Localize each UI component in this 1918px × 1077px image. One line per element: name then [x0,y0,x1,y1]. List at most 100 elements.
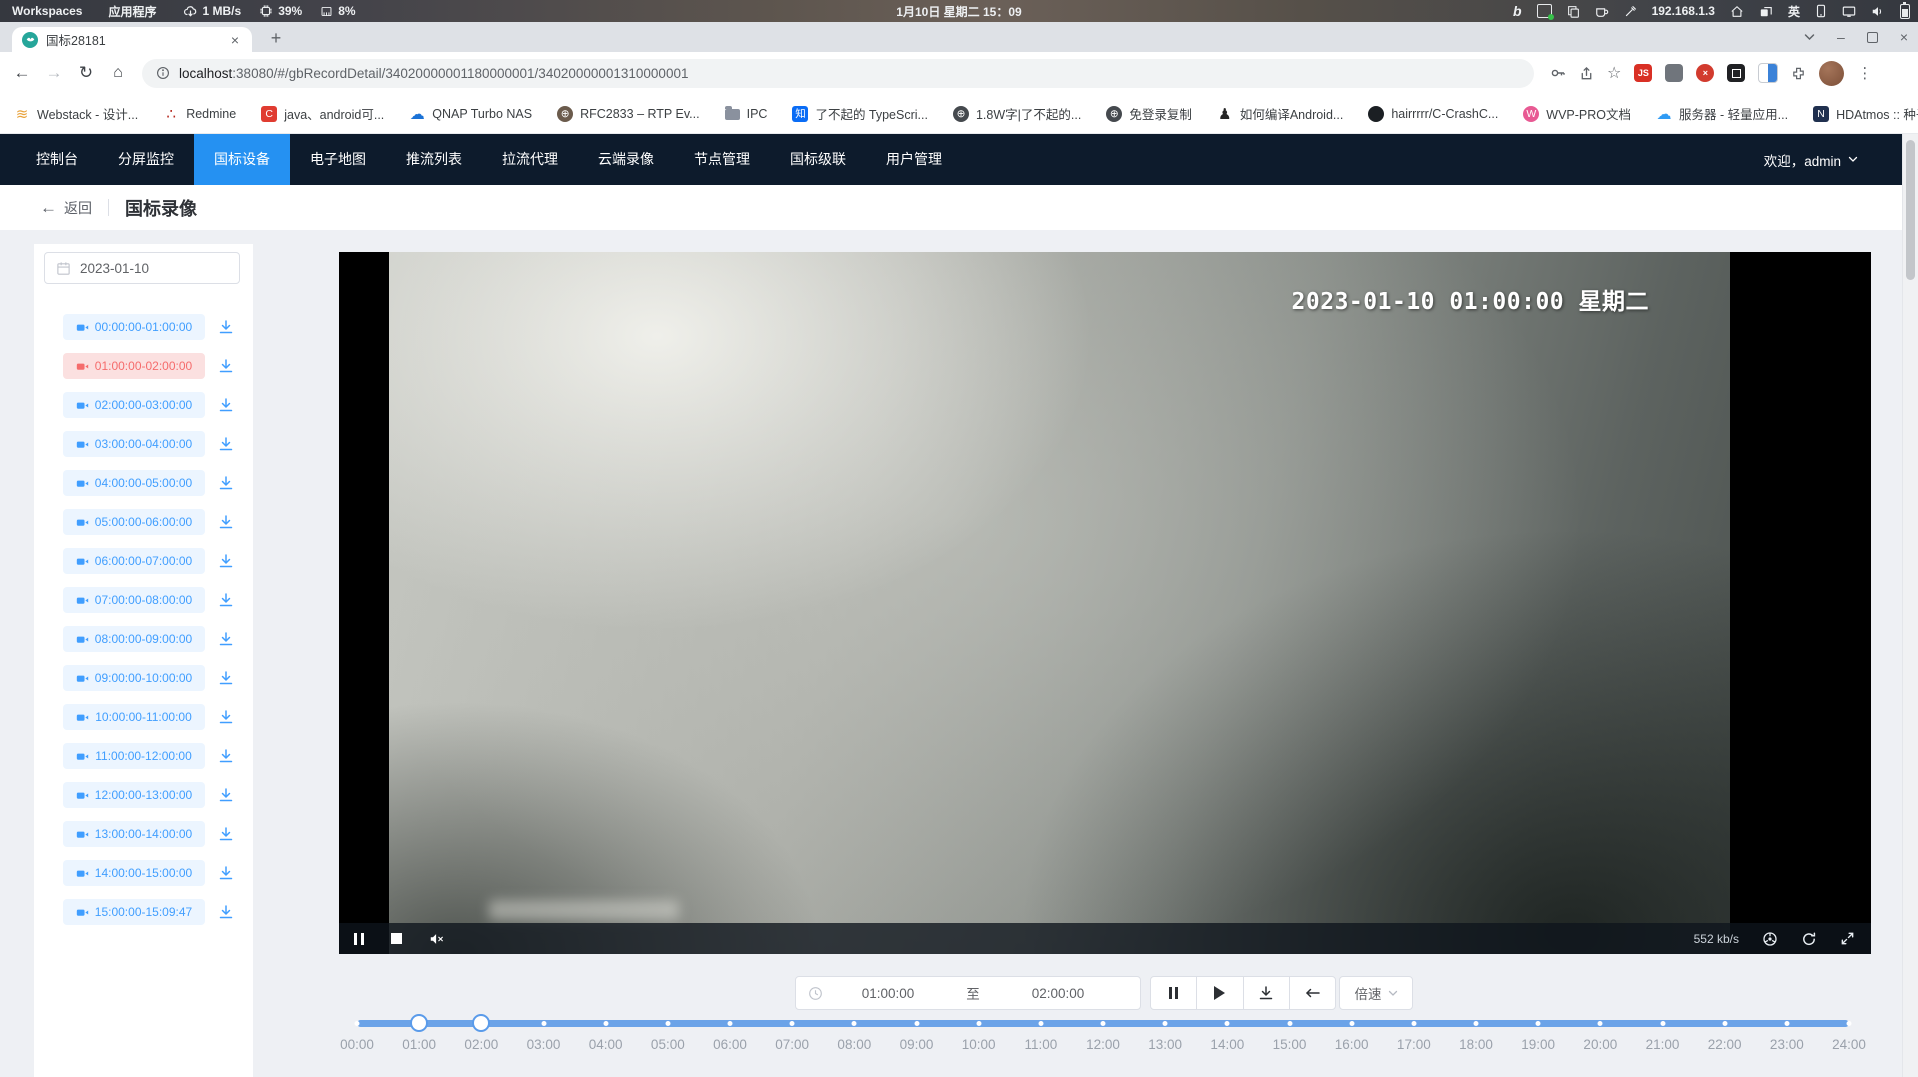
time-range-input[interactable]: 01:00:00 至 02:00:00 [795,976,1141,1010]
player-mute-icon[interactable] [429,932,445,946]
nav-item[interactable]: 控制台 [16,134,98,185]
bookmark-item[interactable]: ⊕RFC2833 – RTP Ev... [557,106,700,122]
color-picker-tray-icon[interactable] [1624,5,1637,18]
recording-segment-button[interactable]: 10:00:00-11:00:00 [63,704,205,730]
player-stop-icon[interactable] [391,933,402,944]
bookmark-star-icon[interactable]: ☆ [1607,63,1621,83]
download-recording-icon[interactable] [218,436,234,452]
download-recording-icon[interactable] [218,865,234,881]
pause-button[interactable] [1151,977,1196,1009]
clock[interactable]: 1月10日 星期二 15：09 [896,3,1021,20]
video-player[interactable]: 2023-01-10 01:00:00 星期二 552 kb/s [339,252,1871,954]
nav-item[interactable]: 云端录像 [578,134,674,185]
recording-segment-button[interactable]: 05:00:00-06:00:00 [63,509,205,535]
password-key-icon[interactable] [1550,65,1566,81]
home-tray-icon[interactable] [1730,5,1744,18]
bookmark-item[interactable]: IPC [725,107,768,121]
player-fullscreen-icon[interactable] [1840,931,1855,946]
window-restore-button[interactable] [1867,32,1878,43]
download-recording-icon[interactable] [218,748,234,764]
nav-item[interactable]: 用户管理 [866,134,962,185]
phone-link-icon[interactable] [1815,4,1827,18]
timeline-handle[interactable] [472,1014,490,1032]
extension-red-circle-icon[interactable]: × [1696,64,1714,82]
recording-segment-button[interactable]: 00:00:00-01:00:00 [63,314,205,340]
download-recording-icon[interactable] [218,397,234,413]
user-menu[interactable]: 欢迎，admin [1764,134,1858,185]
seek-back-button[interactable] [1289,977,1335,1009]
browser-home-button[interactable]: ⌂ [102,64,134,82]
clipboard-tray-icon[interactable] [1567,5,1580,18]
nav-item[interactable]: 分屏监控 [98,134,194,185]
recording-segment-button[interactable]: 12:00:00-13:00:00 [63,782,205,808]
download-recording-icon[interactable] [218,592,234,608]
applications-button[interactable]: 应用程序 [108,3,156,20]
player-settings-icon[interactable] [1762,931,1778,947]
bookmark-item[interactable]: hairrrrr/C-CrashC... [1368,106,1498,122]
bookmark-item[interactable]: WWVP-PRO文档 [1523,104,1631,123]
end-time-value[interactable]: 02:00:00 [993,986,1123,1001]
tab-search-chevron-icon[interactable] [1804,33,1815,41]
new-tab-button[interactable]: + [264,26,288,50]
browser-reload-button[interactable]: ↻ [70,63,102,83]
window-minimize-button[interactable]: – [1837,29,1845,45]
nav-item[interactable]: 电子地图 [290,134,386,185]
share-icon[interactable] [1579,66,1594,81]
bookmark-item[interactable]: ☁QNAP Turbo NAS [409,106,532,122]
recording-segment-button[interactable]: 02:00:00-03:00:00 [63,392,205,418]
address-bar[interactable]: localhost:38080/#/gbRecordDetail/3402000… [142,59,1534,88]
screenshot-app-tray-icon[interactable] [1537,4,1552,18]
download-recording-icon[interactable] [218,709,234,725]
profile-avatar[interactable] [1819,61,1844,86]
recording-segment-button[interactable]: 13:00:00-14:00:00 [63,821,205,847]
tab-close-icon[interactable]: × [228,32,242,48]
bookmark-item[interactable]: Cjava、android可... [261,104,384,123]
download-recording-icon[interactable] [218,514,234,530]
download-button[interactable] [1243,977,1289,1009]
recording-segment-button[interactable]: 09:00:00-10:00:00 [63,665,205,691]
recording-segment-button[interactable]: 08:00:00-09:00:00 [63,626,205,652]
download-recording-icon[interactable] [218,358,234,374]
download-recording-icon[interactable] [218,670,234,686]
browser-back-button[interactable]: ← [6,63,38,83]
date-picker-input[interactable]: 2023-01-10 [44,252,240,284]
browser-tab[interactable]: 国标28181 × [12,27,252,52]
extension-gray-icon[interactable] [1665,64,1683,82]
input-method-indicator[interactable]: 英 [1788,3,1800,20]
download-recording-icon[interactable] [218,787,234,803]
bookmark-item[interactable]: ≋Webstack - 设计... [14,104,138,123]
bing-tray-icon[interactable]: b [1513,3,1522,19]
download-recording-icon[interactable] [218,826,234,842]
browser-menu-icon[interactable]: ⋮ [1857,64,1872,82]
workspaces-button[interactable]: Workspaces [12,4,82,18]
timeline-handle[interactable] [410,1014,428,1032]
bookmark-item[interactable]: ⊕免登录复制 [1106,104,1192,123]
video-frame[interactable] [389,252,1730,954]
recording-segment-button[interactable]: 01:00:00-02:00:00 [63,353,205,379]
bookmark-item[interactable]: ♟如何编译Android... [1217,104,1344,123]
bookmark-item[interactable]: ∴Redmine [163,106,236,122]
recording-segment-button[interactable]: 04:00:00-05:00:00 [63,470,205,496]
nav-item[interactable]: 推流列表 [386,134,482,185]
start-time-value[interactable]: 01:00:00 [823,986,953,1001]
volume-icon[interactable] [1871,5,1885,18]
extension-js-icon[interactable]: JS [1634,64,1652,82]
recording-segment-button[interactable]: 06:00:00-07:00:00 [63,548,205,574]
download-recording-icon[interactable] [218,904,234,920]
page-scrollbar-track[interactable] [1902,134,1918,1077]
recording-segment-button[interactable]: 03:00:00-04:00:00 [63,431,205,457]
player-pause-icon[interactable] [354,933,364,945]
download-recording-icon[interactable] [218,553,234,569]
coffee-tray-icon[interactable] [1595,5,1609,18]
recording-segment-button[interactable]: 14:00:00-15:00:00 [63,860,205,886]
battery-icon[interactable] [1900,4,1910,19]
window-close-button[interactable]: × [1900,29,1908,45]
player-refresh-icon[interactable] [1801,931,1817,947]
download-recording-icon[interactable] [218,475,234,491]
extension-black-icon[interactable] [1727,64,1745,82]
back-button[interactable]: ← 返回 [40,198,92,218]
download-recording-icon[interactable] [218,631,234,647]
nav-item[interactable]: 国标级联 [770,134,866,185]
nav-item[interactable]: 国标设备 [194,134,290,185]
play-button[interactable] [1196,977,1242,1009]
